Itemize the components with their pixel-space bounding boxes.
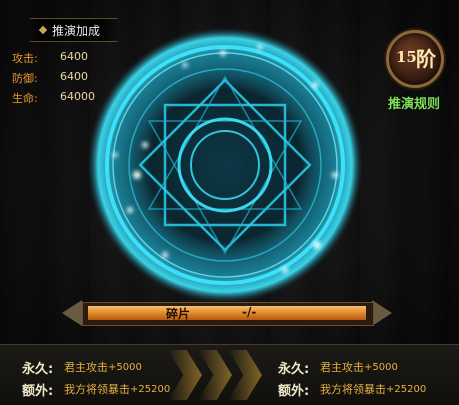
bonus-row-permanent: 永久: 君主攻击 +5000 <box>22 356 170 378</box>
bonus-next: 永久: 君主攻击 +5000 额外: 我方将领暴击 +25200 <box>278 356 426 400</box>
bonus-text: 我方将领暴击 <box>64 383 130 396</box>
bonus-row-extra: 额外: 我方将领暴击 +25200 <box>278 378 426 400</box>
stat-list: 攻击: 6400 防御: 6400 生命: 64000 <box>12 50 95 110</box>
bonus-key: 永久: <box>22 361 54 377</box>
stat-row-hp: 生命: 64000 <box>12 90 95 110</box>
level-unit: 阶 <box>416 47 436 71</box>
bonus-amount: +5000 <box>364 361 398 373</box>
progress-value: -/- <box>242 305 257 319</box>
bonus-amount: +5000 <box>108 361 142 373</box>
bonus-text: 君主攻击 <box>64 361 108 374</box>
bonus-text: 我方将领暴击 <box>320 383 386 396</box>
stat-row-defense: 防御: 6400 <box>12 70 95 90</box>
bonus-current: 永久: 君主攻击 +5000 额外: 我方将领暴击 +25200 <box>22 356 170 400</box>
arrow-left-icon <box>62 300 82 326</box>
bonus-key: 额外: <box>278 383 310 399</box>
diamond-icon <box>38 25 48 35</box>
bonus-key: 额外: <box>22 383 54 399</box>
stat-label: 生命: <box>12 92 38 105</box>
magic-circle[interactable] <box>85 25 365 305</box>
stat-label: 防御: <box>12 72 38 85</box>
stat-row-attack: 攻击: 6400 <box>12 50 95 70</box>
bonus-key: 永久: <box>278 361 310 377</box>
progress-label: 碎片 <box>166 307 191 321</box>
bonus-text: 君主攻击 <box>320 361 364 374</box>
arrow-right-icon <box>372 300 392 326</box>
bonus-row-permanent: 永久: 君主攻击 +5000 <box>278 356 426 378</box>
rules-link[interactable]: 推演规则 <box>388 93 440 112</box>
bonus-row-extra: 额外: 我方将领暴击 +25200 <box>22 378 170 400</box>
stat-label: 攻击: <box>12 52 38 65</box>
bonus-amount: +25200 <box>386 383 427 395</box>
fragment-progress-bar: 碎片 -/- <box>60 298 394 328</box>
stat-value: 6400 <box>60 50 88 63</box>
level-badge: 15 阶 <box>386 30 444 88</box>
level-number: 15 <box>396 48 417 66</box>
bonus-amount: +25200 <box>130 383 171 395</box>
progress-fill <box>88 306 366 320</box>
stat-value: 6400 <box>60 70 88 83</box>
magic-circle-graphic <box>87 27 363 303</box>
